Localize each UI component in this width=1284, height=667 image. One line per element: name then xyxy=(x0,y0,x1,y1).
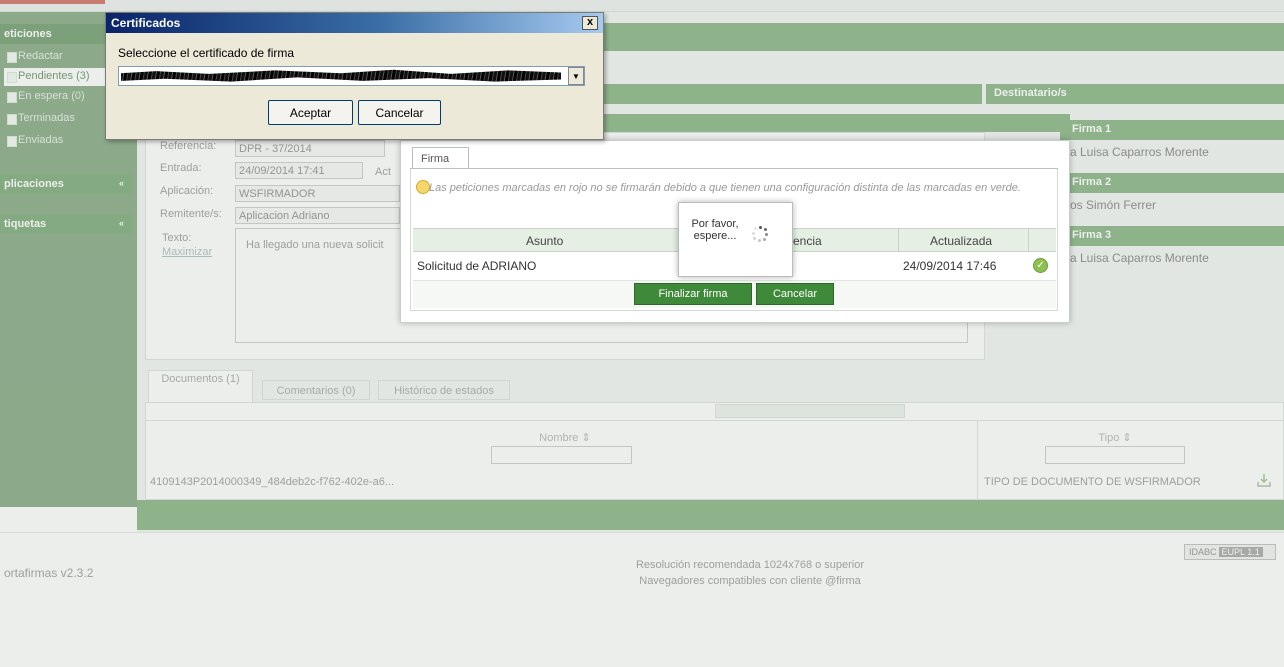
cancelar-firma-button[interactable]: Cancelar xyxy=(756,283,834,305)
cancelar-button[interactable]: Cancelar xyxy=(358,100,441,125)
row-asunto: Solicitud de ADRIANO xyxy=(417,259,537,273)
chevron-down-icon[interactable]: ▼ xyxy=(568,67,584,85)
col-asunto: Asunto xyxy=(526,234,564,248)
tab-firma[interactable]: Firma xyxy=(412,147,469,169)
finalizar-firma-button[interactable]: Finalizar firma xyxy=(634,283,752,305)
check-ok-icon: ✓ xyxy=(1033,258,1048,273)
close-icon[interactable]: x xyxy=(582,16,598,30)
firma-warning: Las peticiones marcadas en rojo no se fi… xyxy=(429,182,1021,194)
certificados-title[interactable]: Certificados xyxy=(106,13,603,33)
col-actualizada: Actualizada xyxy=(930,234,993,248)
aceptar-button[interactable]: Aceptar xyxy=(268,100,353,125)
certificate-prompt: Seleccione el certificado de firma xyxy=(118,46,295,60)
col-referencia: encia xyxy=(793,234,822,248)
wait-text: Por favor, espere... xyxy=(691,218,739,242)
loading-spinner-icon xyxy=(752,226,768,242)
row-actualizada: 24/09/2014 17:46 xyxy=(903,259,997,273)
